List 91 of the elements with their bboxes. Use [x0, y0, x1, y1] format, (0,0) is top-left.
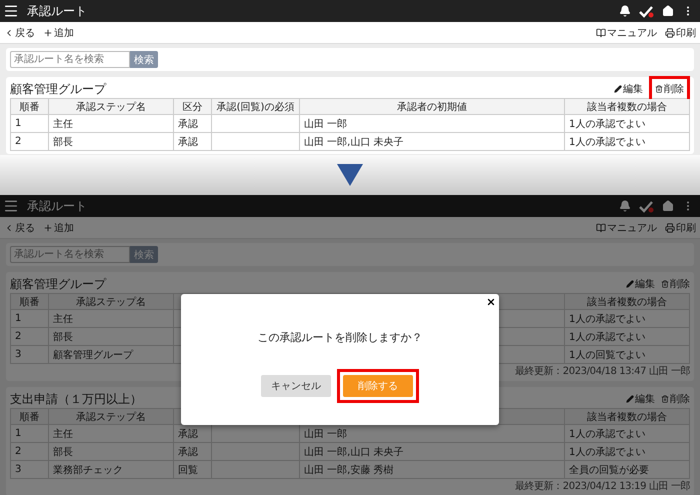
delete-link[interactable]: 削除	[661, 277, 690, 291]
book-icon	[596, 222, 606, 232]
column-header: 該当者複数の場合	[565, 99, 690, 115]
table-cell: 承認	[174, 425, 212, 443]
table-cell: 1人の承認でよい	[565, 425, 690, 443]
bell-icon[interactable]	[619, 5, 631, 17]
home-icon[interactable]	[662, 5, 674, 17]
table-cell: 山田 一郎	[300, 425, 565, 443]
trash-icon	[661, 280, 669, 288]
table-cell: 部長	[49, 328, 174, 346]
last-updated-text: 最終更新：2023/04/18 13:47 山田 一郎	[514, 364, 690, 378]
group-title: 顧客管理グループ	[10, 80, 108, 98]
edit-link[interactable]: 編集	[614, 82, 643, 96]
column-header: 該当者複数の場合	[565, 294, 690, 310]
plus-icon	[43, 222, 53, 232]
dialog-message: この承認ルートを削除しますか？	[258, 330, 422, 345]
close-icon[interactable]	[486, 297, 496, 307]
column-header: 承認(回覧)の必須	[212, 99, 300, 115]
cancel-button[interactable]: キャンセル	[261, 375, 331, 397]
table-cell: 主任	[49, 425, 174, 443]
print-link[interactable]: 印刷	[665, 220, 696, 234]
table-cell: 山田 一郎,山口 未央子	[300, 443, 565, 461]
table-cell: 部長	[49, 443, 174, 461]
table-cell: 1	[11, 310, 49, 328]
printer-icon	[665, 222, 675, 232]
column-header: 順番	[11, 99, 49, 115]
table-cell: 承認	[174, 443, 212, 461]
printer-icon	[665, 28, 675, 38]
search-field[interactable]: 承認ルート名を検索	[10, 51, 130, 68]
plus-icon	[43, 28, 53, 38]
edit-link[interactable]: 編集	[626, 277, 655, 291]
group-title: 支出申請（１万円以上）	[10, 390, 143, 408]
table-cell: 顧客管理グループ	[49, 346, 174, 364]
page-title: 承認ルート	[27, 198, 88, 214]
page-title: 承認ルート	[27, 2, 88, 20]
search-button[interactable]: 検索	[130, 51, 158, 68]
group-title: 顧客管理グループ	[10, 276, 108, 292]
column-header: 承認者の初期値	[300, 99, 565, 115]
column-header: 承認ステップ名	[49, 99, 174, 115]
back-link[interactable]: 戻る	[4, 220, 35, 234]
table-cell: 部長	[49, 133, 174, 151]
table-cell: 3	[11, 346, 49, 364]
book-icon	[596, 28, 606, 38]
add-link[interactable]: 追加	[43, 26, 74, 40]
table-cell: 1	[11, 425, 49, 443]
trash-icon	[655, 85, 663, 93]
delete-link[interactable]: 削除	[661, 392, 690, 406]
delete-link[interactable]: 削除	[655, 82, 684, 96]
last-updated-text: 最終更新：2023/04/12 13:19 山田 一郎	[514, 480, 690, 493]
checkmark-icon[interactable]	[639, 200, 654, 212]
column-header: 順番	[11, 294, 49, 310]
table-cell: 1人の承認でよい	[565, 328, 690, 346]
search-field[interactable]: 承認ルート名を検索	[10, 246, 130, 263]
column-header: 承認ステップ名	[49, 409, 174, 425]
table-cell: 1人の承認でよい	[565, 133, 690, 151]
down-arrow-icon	[337, 164, 363, 186]
trash-icon	[661, 395, 669, 403]
table-cell: 全員の回覧が必要	[565, 461, 690, 479]
table-cell: 回覧	[174, 461, 212, 479]
table-cell: 主任	[49, 310, 174, 328]
table-cell: 1人の承認でよい	[565, 310, 690, 328]
add-link[interactable]: 追加	[43, 220, 74, 234]
table-cell: 1	[11, 115, 49, 133]
pencil-icon	[614, 85, 622, 93]
table-cell: 承認	[174, 133, 212, 151]
table-cell: 山田 一郎,山口 未央子	[300, 133, 565, 151]
table-cell: 山田 一郎,安藤 秀樹	[300, 461, 565, 479]
print-link[interactable]: 印刷	[665, 26, 696, 40]
table-cell: 1人の承認でよい	[565, 443, 690, 461]
table-cell: 2	[11, 328, 49, 346]
column-header: 承認ステップ名	[49, 294, 174, 310]
edit-link[interactable]: 編集	[626, 392, 655, 406]
column-header: 順番	[11, 409, 49, 425]
checkmark-icon[interactable]	[639, 4, 654, 18]
table-cell: 1人の回覧でよい	[565, 346, 690, 364]
table-cell: 1人の承認でよい	[565, 115, 690, 133]
table-cell: 2	[11, 133, 49, 151]
back-link[interactable]: 戻る	[4, 26, 35, 40]
table-cell: 3	[11, 461, 49, 479]
table-cell: 業務部チェック	[49, 461, 174, 479]
pencil-icon	[626, 395, 634, 403]
column-header: 区分	[174, 99, 212, 115]
manual-link[interactable]: マニュアル	[596, 220, 657, 234]
table-cell: 山田 一郎	[300, 115, 565, 133]
menu-icon[interactable]	[3, 3, 19, 19]
pencil-icon	[626, 280, 634, 288]
table-cell: 主任	[49, 115, 174, 133]
manual-link[interactable]: マニュアル	[596, 26, 657, 40]
table-cell: 2	[11, 443, 49, 461]
table-cell: 承認	[174, 115, 212, 133]
column-header: 該当者複数の場合	[565, 409, 690, 425]
